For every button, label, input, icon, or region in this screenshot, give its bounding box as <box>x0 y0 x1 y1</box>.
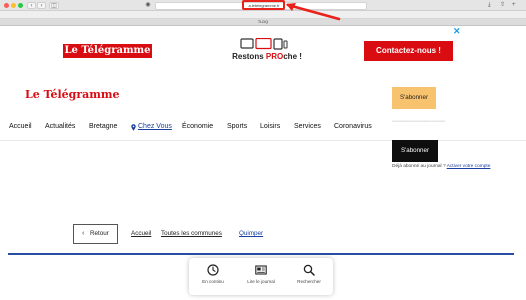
annotation-arrow <box>286 3 341 21</box>
ad-slogan: Restons PROche ! <box>222 52 312 61</box>
login-subscribe-button[interactable]: S'abonner <box>392 140 438 162</box>
tab-bar: TLDQ <box>0 19 526 26</box>
toolbar-label: Lire le journal <box>247 279 275 284</box>
bottom-toolbar: En continu Lire le journal Rechercher <box>189 258 333 295</box>
chevron-left-icon[interactable]: ‹ <box>27 2 36 9</box>
shield-icon[interactable]: ◉ <box>144 2 152 9</box>
login-prompt-text: Déjà abonné au journal ? <box>392 164 446 169</box>
download-icon[interactable]: ⤓ <box>488 2 491 9</box>
chevron-right-icon[interactable]: › <box>37 2 46 9</box>
ad-slogan-highlight: PRO <box>265 52 284 61</box>
url-highlight-box <box>242 0 285 10</box>
toolbar-label: En continu <box>202 279 224 284</box>
nav-divider <box>0 140 526 141</box>
newspaper-icon <box>255 265 267 275</box>
activate-account-link[interactable]: Activer votre compte <box>447 164 491 169</box>
nav-item-accueil[interactable]: Accueil <box>9 121 32 133</box>
devices-icon <box>240 38 288 50</box>
chevron-left-icon: ‹ <box>82 230 85 237</box>
minimize-window-button[interactable] <box>11 3 16 8</box>
zoom-window-button[interactable] <box>18 3 23 8</box>
nav-item-services[interactable]: Services <box>294 121 321 133</box>
subscribe-button[interactable]: S'abonner <box>392 87 436 109</box>
nav-item-coronavirus[interactable]: Coronavirus <box>334 121 372 133</box>
toolbar-lire-le-journal[interactable]: Lire le journal <box>237 258 285 295</box>
nav-item-bretagne[interactable]: Bretagne <box>89 121 117 133</box>
toolbar-rechercher[interactable]: Rechercher <box>285 258 333 295</box>
back-button-label: Retour <box>90 230 109 237</box>
site-logo[interactable]: Le Télégramme <box>25 88 120 101</box>
ad-banner[interactable]: Le Télégramme Restons PROche ! Contactez… <box>57 37 454 66</box>
back-button[interactable]: ‹ Retour <box>73 224 118 244</box>
location-pin-icon <box>131 124 136 131</box>
favorites-bar: STDUBLIN ▾IRP work ▾surveillance ▾CNGs ▾… <box>0 11 526 19</box>
ad-slogan-suffix: che ! <box>283 52 302 61</box>
breadcrumb-item-accueil[interactable]: Accueil <box>131 230 151 238</box>
close-window-button[interactable] <box>4 3 9 8</box>
section-divider <box>8 253 514 255</box>
sidebar-icon[interactable]: ◫ <box>49 2 59 9</box>
clock-icon <box>207 264 219 276</box>
toolbar-label: Rechercher <box>297 279 321 284</box>
share-icon[interactable]: ⇧ <box>500 2 505 9</box>
tab-title[interactable]: TLDQ <box>0 19 526 26</box>
ad-brand-logo: Le Télégramme <box>63 44 152 58</box>
login-prompt: Déjà abonné au journal ? Activer votre c… <box>392 164 490 169</box>
toolbar-en-continu[interactable]: En continu <box>189 258 237 295</box>
nav-item-sports[interactable]: Sports <box>227 121 247 133</box>
breadcrumb-item-communes[interactable]: Toutes les communes <box>161 230 222 238</box>
nav-item-economie[interactable]: Économie <box>182 121 213 133</box>
ad-contact-button[interactable]: Contactez-nous ! <box>364 41 453 61</box>
search-icon <box>303 264 315 276</box>
plus-icon[interactable]: + <box>512 2 516 9</box>
nav-item-actualites[interactable]: Actualités <box>45 121 75 133</box>
nav-item-loisirs[interactable]: Loisirs <box>260 121 280 133</box>
main-nav: Accueil Actualités Bretagne Chez Vous Éc… <box>0 121 526 133</box>
ad-slogan-prefix: Restons <box>232 52 266 61</box>
nav-item-chez-vous[interactable]: Chez Vous <box>138 121 172 133</box>
subscribe-strip: ▪▪▪▪▪▪▪▪▪▪▪▪▪▪▪▪▪▪▪▪▪▪▪▪▪▪▪▪▪▪▪▪▪▪▪▪▪▪▪▪… <box>392 120 446 123</box>
close-icon[interactable]: ✕ <box>453 27 461 36</box>
breadcrumb-item-quimper[interactable]: Quimper <box>239 230 263 238</box>
